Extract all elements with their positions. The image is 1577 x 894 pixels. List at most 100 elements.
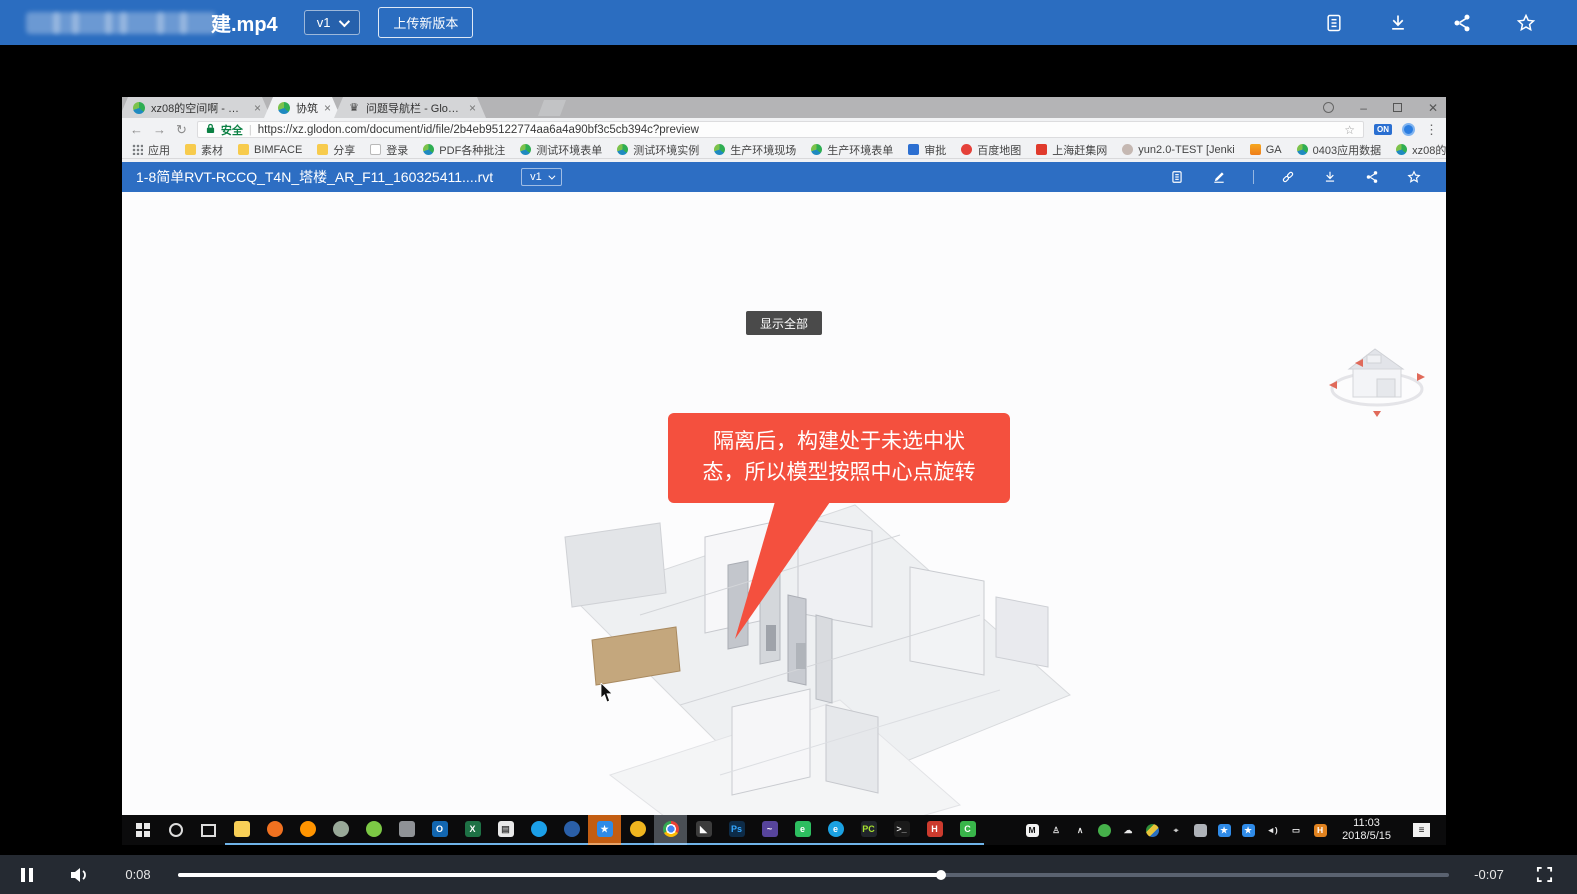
bookmark-item[interactable]: PDF各种批注 [423,142,505,158]
link-icon[interactable] [1280,169,1296,185]
browser-menu-icon[interactable]: ⋮ [1425,122,1438,138]
bookmark-item[interactable]: 0403应用数据 [1297,142,1381,158]
volume-icon[interactable] [66,862,92,888]
restore-icon[interactable] [1393,103,1402,112]
star-icon[interactable] [1406,169,1422,185]
bookmark-item[interactable]: BIMFACE [238,144,302,156]
bookmark-label: 生产环境表单 [827,142,893,158]
browser-tab[interactable]: 协筑 × [264,97,341,118]
version-dropdown[interactable]: v1 [304,10,361,35]
camtasia[interactable]: C [951,815,984,845]
reload-icon[interactable]: ↻ [176,122,187,138]
ie[interactable]: e [819,815,852,845]
design-tool[interactable]: ◣ [687,815,720,845]
excel[interactable]: X [456,815,489,845]
dolphin-ftp[interactable]: ~ [753,815,786,845]
bookmark-item[interactable]: 生产环境表单 [811,142,893,158]
chevron-up[interactable]: ∧ [1068,815,1092,845]
bookmark-item[interactable]: 生产环境现场 [714,142,796,158]
back-icon[interactable]: ← [130,122,143,137]
notes-icon[interactable] [1323,12,1345,34]
document-version-dropdown[interactable]: v1 [521,168,562,186]
view-cube-house[interactable] [1325,327,1429,419]
show-all-button[interactable]: 显示全部 [746,311,822,335]
bookmark-item[interactable]: 百度地图 [961,142,1021,158]
360-safety[interactable] [357,815,390,845]
pen-icon[interactable] [1211,169,1227,185]
action-center-icon[interactable]: ≡ [1413,823,1430,837]
bookmark-item[interactable]: 测试环境表单 [520,142,602,158]
blue-browser[interactable] [522,815,555,845]
upload-new-version-button[interactable]: 上传新版本 [378,7,473,38]
tab-close-icon[interactable]: × [254,101,261,115]
download-icon[interactable] [1322,169,1338,185]
netease-music[interactable] [621,815,654,845]
tab-close-icon[interactable]: × [324,101,331,115]
outlook[interactable]: O [423,815,456,845]
bookmark-item[interactable]: 测试环境实例 [617,142,699,158]
tray-star-2[interactable]: ★ [1236,815,1260,845]
people[interactable]: ♙ [1044,815,1068,845]
address-omnibox[interactable]: 安全 | https://xz.glodon.com/document/id/f… [197,121,1364,138]
driver-tool[interactable] [258,815,291,845]
document-icon[interactable] [1169,169,1185,185]
file-explorer[interactable] [225,815,258,845]
progress-fill [178,873,941,877]
calculator[interactable]: ▤ [489,815,522,845]
browser-tab[interactable]: xz08的空间啊 - 协筑 × [122,97,271,118]
pinned-star[interactable]: ★ [588,815,621,845]
m-badge[interactable]: M [1020,815,1044,845]
new-tab-button[interactable] [538,100,566,116]
star-icon[interactable] [1515,12,1537,34]
start-button[interactable] [126,815,159,845]
wechat[interactable] [324,815,357,845]
bookmark-item[interactable]: 分享 [317,142,355,158]
cortana[interactable] [159,815,192,845]
profile-icon[interactable] [1323,102,1334,113]
bookmark-item[interactable]: 审批 [908,142,946,158]
download-icon[interactable] [1387,12,1409,34]
extension-on-badge[interactable]: ON [1374,124,1392,135]
chrome[interactable] [654,815,687,845]
tray-satellite[interactable]: ⌖ [1164,815,1188,845]
bookmark-star-icon[interactable]: ☆ [1344,123,1355,137]
minimize-icon[interactable]: – [1360,102,1367,114]
progress-knob[interactable] [936,870,946,880]
evernote[interactable]: e [786,815,819,845]
volume[interactable]: ◄) [1260,815,1284,845]
settings-sphere[interactable] [555,815,588,845]
tab-close-icon[interactable]: × [469,101,476,115]
bookmark-item[interactable]: 登录 [370,142,408,158]
share-icon[interactable] [1364,169,1380,185]
close-icon[interactable]: ✕ [1428,102,1438,114]
tray-capture[interactable] [1188,815,1212,845]
h-red[interactable]: H [918,815,951,845]
forward-icon[interactable]: → [153,122,166,137]
network[interactable]: ▭ [1284,815,1308,845]
bookmark-item[interactable]: 上海赶集网 [1036,142,1107,158]
bookmark-label: 分享 [333,142,355,158]
bookmark-item[interactable]: 应用 [132,142,170,158]
pause-button[interactable] [14,862,40,888]
image-viewer[interactable] [390,815,423,845]
bookmark-item[interactable]: yun2.0-TEST [Jenki [1122,144,1234,156]
tray-cloud[interactable]: ☁ [1116,815,1140,845]
pycharm[interactable]: PC [852,815,885,845]
tray-green[interactable] [1092,815,1116,845]
extension-icon[interactable] [1402,123,1415,136]
task-view[interactable] [192,815,225,845]
bookmark-item[interactable]: 素材 [185,142,223,158]
bookmark-item[interactable]: GA [1250,144,1282,156]
firefox[interactable] [291,815,324,845]
share-icon[interactable] [1451,12,1473,34]
tray-star-1[interactable]: ★ [1212,815,1236,845]
fullscreen-icon[interactable] [1531,862,1557,888]
taskbar-clock[interactable]: 11:03 2018/5/15 [1332,817,1401,843]
progress-bar[interactable] [178,873,1449,877]
h-orange[interactable]: H [1308,815,1332,845]
tray-globe[interactable] [1140,815,1164,845]
terminal[interactable]: >_ [885,815,918,845]
browser-tab[interactable]: 问题导航栏 - Glodon JIR × [334,97,486,118]
bookmark-item[interactable]: xz08的应用数据文件 [1396,142,1446,158]
photoshop[interactable]: Ps [720,815,753,845]
